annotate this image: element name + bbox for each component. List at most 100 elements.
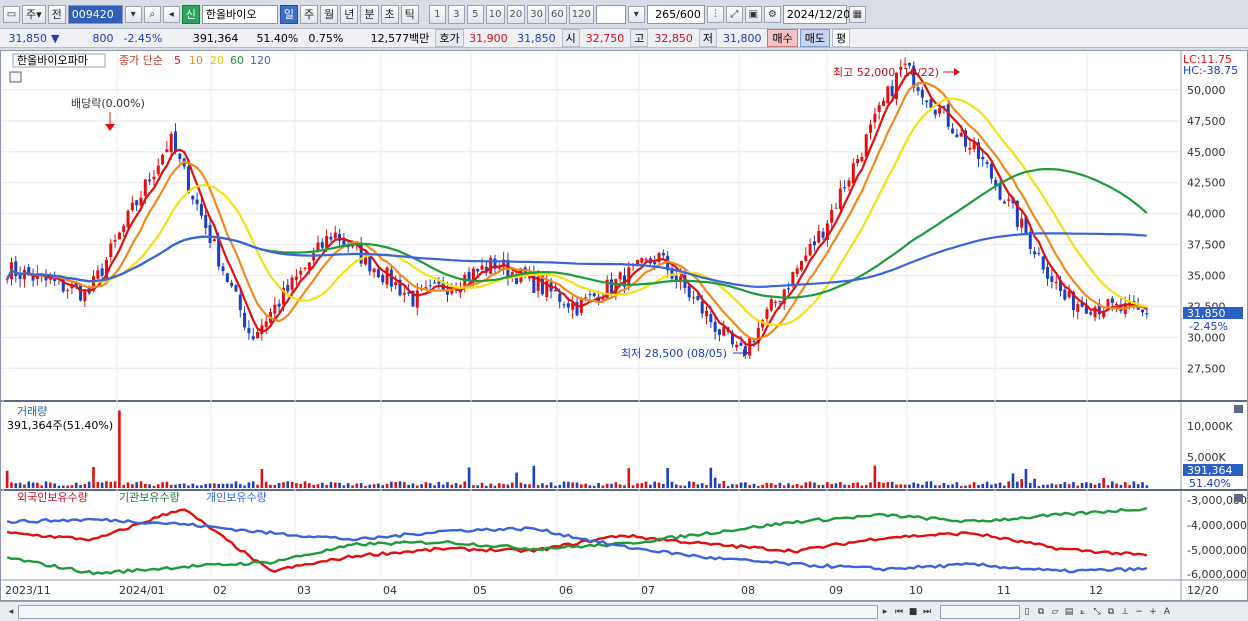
scroll-left-icon[interactable]: ◂ [4, 605, 18, 619]
open-price: 32,750 [585, 31, 625, 45]
volume-bar [761, 484, 764, 488]
period-second-button[interactable]: 초 [380, 4, 399, 24]
chart-type-icon[interactable]: ▱ [1048, 605, 1062, 619]
interval-120-button[interactable]: 120 [568, 4, 594, 24]
eval-button[interactable]: 평 [831, 29, 851, 47]
candle-body [938, 108, 942, 114]
sell-button[interactable]: 매도 [799, 29, 830, 47]
holdings-close-icon[interactable] [1234, 494, 1243, 502]
interval-20-button[interactable]: 20 [506, 4, 526, 24]
volume-bar [476, 485, 480, 488]
font-size-icon[interactable]: A [1160, 605, 1174, 619]
interval-1-button[interactable]: 1 [428, 4, 446, 24]
stock-name-field[interactable]: 한올바이오 [201, 4, 278, 24]
volume-bar [226, 483, 229, 488]
period-year-button[interactable]: 년 [340, 4, 359, 24]
volume-bar [1102, 477, 1105, 488]
compare-icon[interactable]: ⧉ [1034, 605, 1048, 619]
interval-5-button[interactable]: 5 [466, 4, 484, 24]
volume-bar [273, 484, 277, 488]
search-icon[interactable]: ⌕ [143, 5, 161, 23]
indicator-icon[interactable]: ⟀ [1076, 605, 1090, 619]
window-menu-icon[interactable]: ▭ [3, 5, 20, 23]
save-icon[interactable]: ▣ [744, 5, 762, 23]
volume-bar [308, 483, 311, 488]
volume-bar [1024, 468, 1028, 488]
candle-body [925, 100, 929, 103]
interval-10-button[interactable]: 10 [485, 4, 505, 24]
first-page-icon[interactable]: ⏮ [892, 605, 906, 619]
volume-close-icon[interactable] [1234, 405, 1243, 413]
candle-body [212, 239, 216, 242]
volume-bar [135, 482, 138, 488]
volume-bar [27, 481, 31, 488]
interval-custom-input[interactable] [595, 4, 626, 24]
market-select[interactable]: 주 ▾ [22, 4, 46, 24]
dividend-annotation: 배당락(0.00%) [71, 97, 145, 110]
volume-bar [174, 484, 177, 488]
all-button[interactable]: 전 [47, 4, 66, 24]
zoom-in-icon[interactable]: + [1146, 605, 1160, 619]
candle-body [329, 236, 333, 240]
volume-bar [744, 482, 747, 488]
interval-3-button[interactable]: 3 [447, 4, 465, 24]
table-toggle-icon[interactable] [9, 71, 22, 83]
next-page-icon[interactable]: ⏭ [920, 605, 934, 619]
draw-tools-icon[interactable]: ⤢ [725, 5, 743, 23]
stock-code-input[interactable]: 009420 [67, 4, 123, 24]
candle-body [1076, 304, 1080, 312]
dropdown-icon[interactable]: ▾ [124, 5, 142, 23]
candle-body [96, 270, 100, 279]
date-input[interactable]: 2024/12/20 [782, 4, 850, 24]
volume-bar [1128, 485, 1131, 488]
horizontal-scrollbar[interactable] [18, 604, 878, 619]
volume-bar [1123, 482, 1127, 488]
candle-body [920, 89, 924, 98]
candle-body [130, 202, 134, 211]
volume-bar [523, 484, 527, 488]
magnet-icon[interactable]: ⟂ [1118, 605, 1132, 619]
split-icon[interactable]: ▤ [1062, 605, 1076, 619]
zoom-slider[interactable] [940, 604, 1020, 619]
candle-body [122, 225, 126, 232]
volume-bar [631, 485, 635, 488]
interval-30-button[interactable]: 30 [527, 4, 546, 24]
holdings-indiv-label: 개인보유수량 [206, 491, 267, 504]
volume-bar [346, 483, 350, 488]
volume-bar [148, 484, 151, 488]
trend-icon[interactable]: ⤡ [1090, 605, 1104, 619]
candle-type-icon[interactable]: ⫶ [706, 5, 724, 23]
interval-dropdown-icon[interactable]: ▾ [627, 5, 645, 23]
volume-bar [571, 482, 574, 488]
period-day-button[interactable]: 일 [279, 4, 299, 24]
scroll-right-icon[interactable]: ▸ [878, 605, 892, 619]
period-minute-button[interactable]: 분 [360, 4, 379, 24]
volume-bar [817, 484, 821, 488]
calendar-icon[interactable]: ▦ [848, 5, 866, 23]
count-input[interactable]: 265/600 [646, 4, 705, 24]
volume-bar [1050, 483, 1054, 488]
stop-icon[interactable]: ■ [906, 605, 920, 619]
buy-button[interactable]: 매수 [767, 29, 798, 47]
candle-body [869, 124, 873, 133]
candle-body [247, 328, 251, 334]
sound-icon[interactable]: ◂ [162, 5, 180, 23]
chart-area[interactable]: 한올바이오파마 종가 단순 5 10 20 60 120 LC:11.75 HC… [0, 50, 1248, 601]
volume-bar [549, 482, 553, 488]
copy-icon[interactable]: ⧉ [1104, 605, 1118, 619]
volume-bar [558, 484, 562, 488]
period-tick-button[interactable]: 틱 [400, 4, 419, 24]
period-month-button[interactable]: 월 [320, 4, 339, 24]
volume-bar [1059, 484, 1062, 488]
candle-body [558, 293, 562, 302]
volume-bar [359, 483, 363, 488]
period-week-button[interactable]: 주 [300, 4, 319, 24]
interval-60-button[interactable]: 60 [547, 4, 567, 24]
zoom-out-icon[interactable]: − [1132, 605, 1146, 619]
candle-body [497, 267, 501, 269]
volume-bar [886, 482, 890, 488]
layout-icon[interactable]: ▯ [1020, 605, 1034, 619]
volume-bar [541, 483, 544, 488]
gear-icon[interactable]: ⚙ [763, 5, 781, 23]
price-axis-label: 45,000 [1187, 146, 1226, 159]
